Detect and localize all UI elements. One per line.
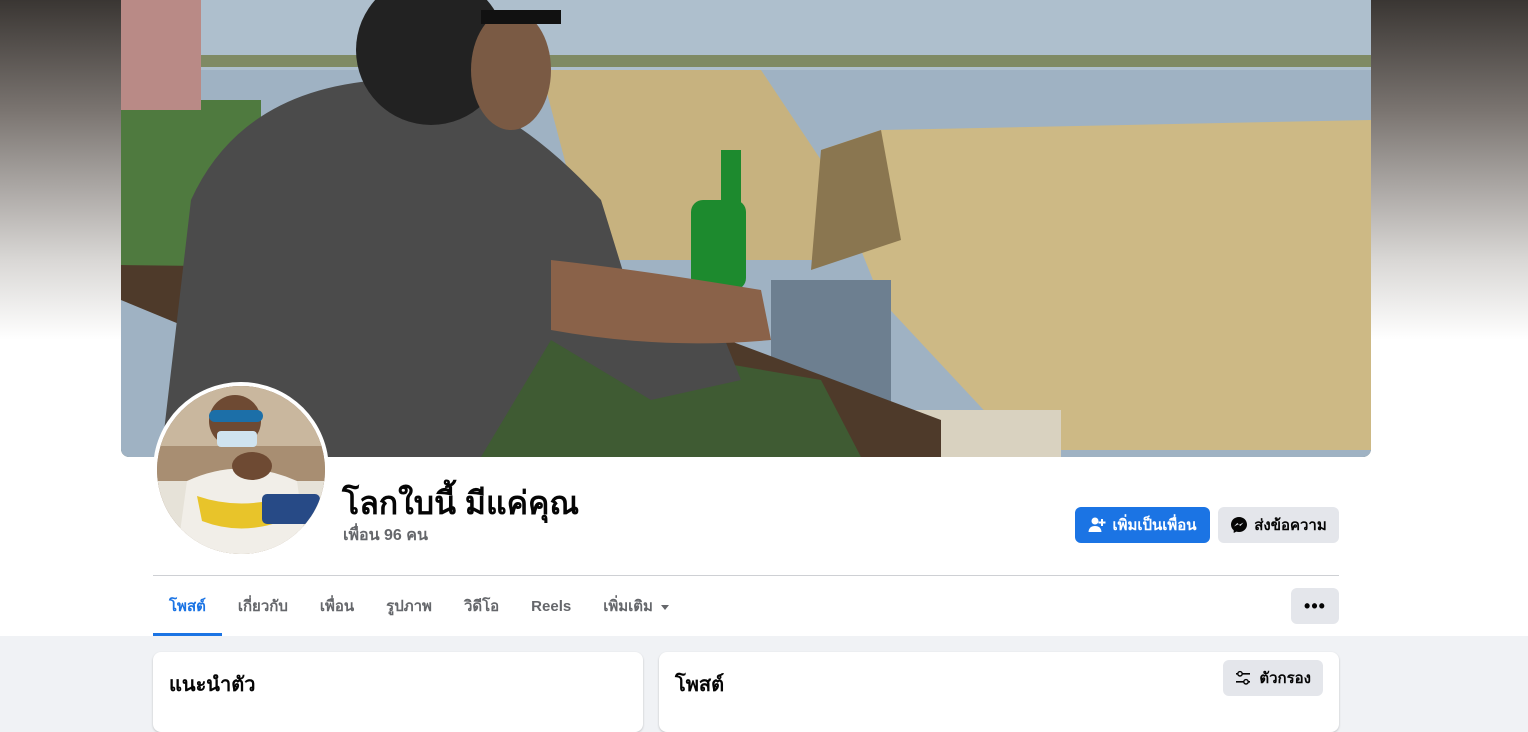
more-options-label: ••• <box>1304 595 1326 616</box>
caret-down-icon <box>660 604 669 610</box>
tab-about[interactable]: เกี่ยวกับ <box>222 576 304 636</box>
message-button[interactable]: ส่งข้อความ <box>1218 507 1339 543</box>
friend-count[interactable]: เพื่อน 96 คน <box>343 523 428 548</box>
tab-label: วิดีโอ <box>463 598 500 615</box>
intro-card: แนะนำตัว <box>153 652 643 732</box>
filter-button[interactable]: ตัวกรอง <box>1223 660 1323 696</box>
person-plus-icon <box>1088 517 1106 532</box>
posts-card: โพสต์ ตัวกรอง <box>659 652 1339 732</box>
tab-label: Reels <box>531 597 572 615</box>
tab-label: เพื่อน <box>319 598 355 615</box>
filter-label: ตัวกรอง <box>1259 670 1311 687</box>
add-friend-button[interactable]: เพิ่มเป็นเพื่อน <box>1075 507 1210 543</box>
intro-title: แนะนำตัว <box>169 674 256 696</box>
tab-videos[interactable]: วิดีโอ <box>448 576 515 636</box>
tab-posts[interactable]: โพสต์ <box>153 576 222 636</box>
message-label: ส่งข้อความ <box>1254 517 1327 534</box>
profile-avatar[interactable] <box>153 382 329 558</box>
cover-photo-image <box>121 0 1371 457</box>
tab-photos[interactable]: รูปภาพ <box>370 576 448 636</box>
tab-reels[interactable]: Reels <box>515 576 587 636</box>
messenger-icon <box>1231 517 1248 533</box>
tab-label: โพสต์ <box>169 598 206 615</box>
avatar-image <box>157 386 325 554</box>
tab-label: เพิ่มเติม <box>603 598 653 615</box>
tab-label: รูปภาพ <box>386 598 432 615</box>
sliders-icon <box>1236 670 1251 685</box>
posts-title: โพสต์ <box>675 674 725 696</box>
profile-name: โลกใบนี้ มีแค่คุณ <box>342 485 580 521</box>
more-options-button[interactable]: ••• <box>1291 588 1339 624</box>
cover-photo[interactable] <box>121 0 1371 457</box>
tab-more[interactable]: เพิ่มเติม <box>587 576 685 636</box>
tab-label: เกี่ยวกับ <box>237 598 288 615</box>
tab-friends[interactable]: เพื่อน <box>304 576 370 636</box>
profile-tabs: โพสต์ เกี่ยวกับ เพื่อน รูปภาพ วิดีโอ Ree… <box>153 576 685 636</box>
add-friend-label: เพิ่มเป็นเพื่อน <box>1112 517 1197 534</box>
